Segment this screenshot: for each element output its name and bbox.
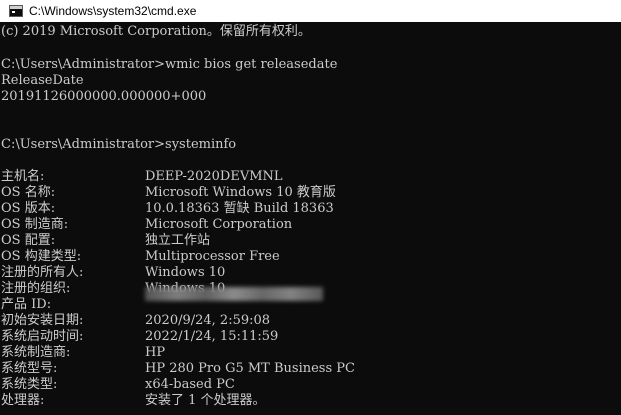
systeminfo-value: Microsoft Corporation [145,217,293,232]
systeminfo-key: 处理器: [1,393,45,408]
systeminfo-key: OS 版本: [1,201,56,216]
systeminfo-row: OS 名称: Microsoft Windows 10 教育版 [1,185,621,201]
console-line: 20191126000000.000000+000 [1,89,207,104]
systeminfo-key: 产品 ID: [1,297,52,312]
systeminfo-value: HP 280 Pro G5 MT Business PC [145,361,355,376]
console-output[interactable]: (c) 2019 Microsoft Corporation。保留所有权利。 C… [0,22,621,415]
systeminfo-row: 初始安装日期: 2020/9/24, 2:59:08 [1,313,621,329]
systeminfo-key: 初始安装日期: [1,313,84,328]
systeminfo-key: 系统类型: [1,377,58,392]
cmd-window: C:\Windows\system32\cmd.exe (c) 2019 Mic… [0,0,621,415]
window-title: C:\Windows\system32\cmd.exe [29,4,197,18]
systeminfo-key: OS 名称: [1,185,56,200]
systeminfo-value: 安装了 1 个处理器。 [145,393,266,408]
systeminfo-key: 主机名: [1,169,45,184]
systeminfo-value: 2022/1/24, 15:11:59 [145,329,279,344]
systeminfo-row: 主机名: DEEP-2020DEVMNL [1,169,621,185]
systeminfo-row: 处理器: 安装了 1 个处理器。 [1,393,621,409]
systeminfo-row: 系统启动时间: 2022/1/24, 15:11:59 [1,329,621,345]
systeminfo-row: OS 制造商: Microsoft Corporation [1,217,621,233]
console-line: (c) 2019 Microsoft Corporation。保留所有权利。 [1,24,311,39]
systeminfo-value: Microsoft Windows 10 教育版 [145,185,336,200]
systeminfo-row: OS 构建类型: Multiprocessor Free [1,249,621,265]
systeminfo-row: OS 版本: 10.0.18363 暂缺 Build 18363 [1,201,621,217]
systeminfo-value: DEEP-2020DEVMNL [145,169,283,184]
title-bar[interactable]: C:\Windows\system32\cmd.exe [0,0,621,22]
systeminfo-row: 注册的所有人: Windows 10 [1,265,621,281]
systeminfo-key: 注册的所有人: [1,265,84,280]
systeminfo-key: OS 配置: [1,233,56,248]
cmd-icon[interactable] [9,5,23,17]
systeminfo-key: 系统启动时间: [1,329,84,344]
systeminfo-value: 2020/9/24, 2:59:08 [145,313,271,328]
systeminfo-row: OS 配置: 独立工作站 [1,233,621,249]
systeminfo-row: 系统类型: x64-based PC [1,377,621,393]
console-line: C:\Users\Administrator>wmic bios get rel… [1,57,338,72]
systeminfo-row: 系统制造商: HP [1,345,621,361]
systeminfo-key: OS 构建类型: [1,249,82,264]
redacted-product-id [145,287,323,301]
systeminfo-key: 注册的组织: [1,281,71,296]
systeminfo-value: Multiprocessor Free [145,249,280,264]
console-line: C:\Users\Administrator>systeminfo [1,137,237,152]
systeminfo-key: 系统型号: [1,361,58,376]
systeminfo-value: 10.0.18363 暂缺 Build 18363 [145,201,334,216]
systeminfo-key: 系统制造商: [1,345,71,360]
systeminfo-value: 独立工作站 [145,233,211,248]
console-line: ReleaseDate [1,73,84,88]
systeminfo-value: x64-based PC [145,377,235,392]
systeminfo-value: Windows 10 [145,265,226,280]
systeminfo-key: OS 制造商: [1,217,69,232]
systeminfo-value: HP [145,345,166,360]
systeminfo-row: 系统型号: HP 280 Pro G5 MT Business PC [1,361,621,377]
